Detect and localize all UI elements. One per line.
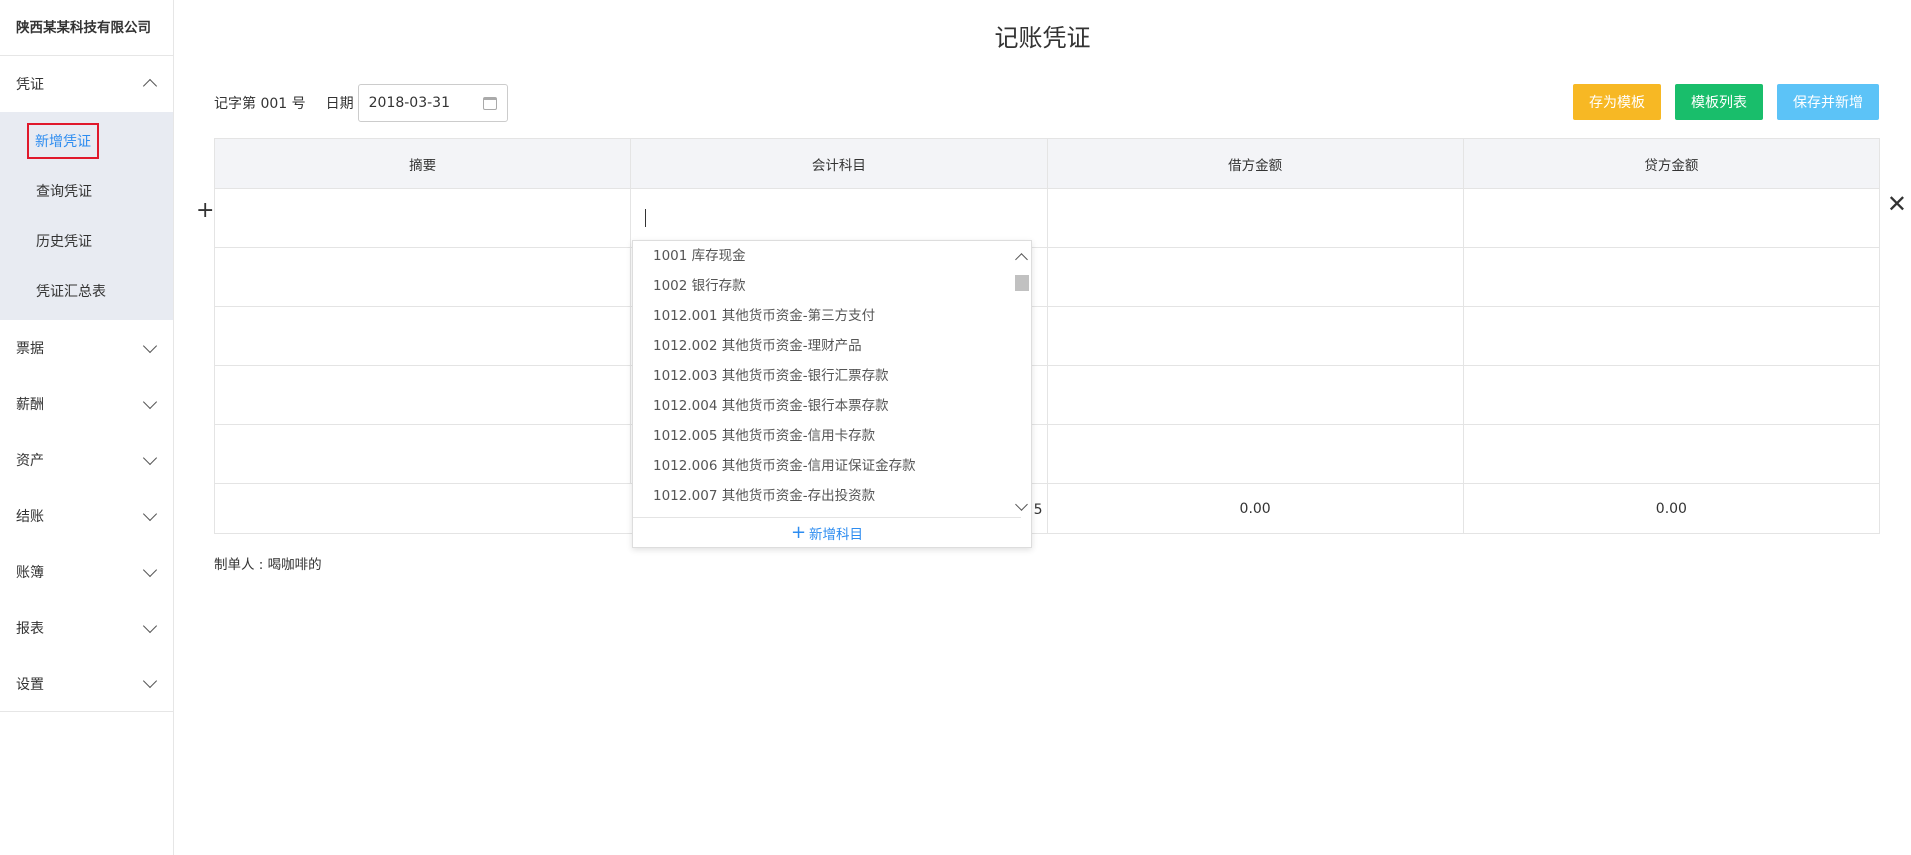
col-header-account: 会计科目: [630, 138, 1048, 189]
menu-voucher-label: 凭证: [16, 77, 44, 93]
voucher-table: 摘要 会计科目 借方金额 贷方金额 5 0.00 0.00: [213, 138, 1881, 534]
total-row: 总计: 5 0.00 0.00: [214, 483, 1881, 534]
debit-cell[interactable]: [1046, 188, 1464, 248]
voucher-number: 记字第 001 号: [214, 96, 306, 112]
menu-label: 报表: [16, 621, 44, 637]
credit-cell[interactable]: [1462, 188, 1881, 248]
chevron-down-icon: [142, 338, 158, 353]
add-row-icon[interactable]: +: [196, 200, 214, 222]
account-cell[interactable]: [630, 188, 1048, 248]
credit-total: 0.00: [1462, 483, 1881, 534]
summary-cell[interactable]: [213, 306, 632, 366]
date-picker[interactable]: 2018-03-31: [357, 84, 508, 122]
menu-bills[interactable]: 票据: [0, 320, 173, 376]
calendar-icon: [482, 96, 497, 110]
date-value: 2018-03-31: [368, 95, 450, 111]
col-header-credit: 贷方金额: [1462, 138, 1881, 189]
account-option[interactable]: 1012.006 其他货币资金-信用证保证金存款: [633, 451, 1021, 481]
account-option[interactable]: 1001 库存现金: [633, 241, 1021, 271]
chevron-up-icon: [142, 78, 158, 94]
chevron-down-icon: [142, 618, 158, 633]
main-content: 记账凭证 记字第 001 号 日期 2018-03-31 存为模板 模板列表 保…: [174, 0, 1911, 855]
table-header-row: 摘要 会计科目 借方金额 贷方金额: [213, 138, 1881, 189]
scroll-thumb[interactable]: [1015, 275, 1029, 291]
credit-cell[interactable]: [1462, 365, 1881, 425]
summary-cell[interactable]: [213, 188, 632, 248]
summary-cell[interactable]: [213, 365, 632, 425]
submenu-item-label: 查询凭证: [36, 184, 92, 200]
account-option[interactable]: 1012.004 其他货币资金-银行本票存款: [633, 391, 1021, 421]
table-row: [213, 365, 1881, 425]
chevron-down-icon: [142, 562, 158, 577]
menu-voucher[interactable]: 凭证: [0, 56, 173, 112]
voucher-maker: 制单人 : 喝咖啡的: [214, 557, 322, 573]
account-option[interactable]: 1012.001 其他货币资金-第三方支付: [633, 301, 1021, 331]
col-header-debit: 借方金额: [1046, 138, 1464, 189]
chevron-down-icon: [142, 394, 158, 409]
company-name: 陕西某某科技有限公司: [0, 0, 173, 56]
voucher-submenu: 新增凭证 查询凭证 历史凭证 凭证汇总表: [0, 112, 173, 320]
menu-ledger[interactable]: 账簿: [0, 544, 173, 600]
menu-closing[interactable]: 结账: [0, 488, 173, 544]
plus-icon: +: [790, 521, 807, 543]
page-title: 记账凭证: [994, 24, 1091, 52]
save-and-new-button[interactable]: 保存并新增: [1777, 84, 1879, 120]
account-option[interactable]: 1012.002 其他货币资金-理财产品: [633, 331, 1021, 361]
sidebar: 陕西某某科技有限公司 凭证 新增凭证 查询凭证 历史凭证 凭证汇总表 票据 薪酬…: [0, 0, 174, 855]
submenu-item-query-voucher[interactable]: 查询凭证: [0, 166, 173, 216]
debit-cell[interactable]: [1046, 306, 1464, 366]
menu-label: 账簿: [16, 565, 44, 581]
text-caret: [645, 209, 647, 227]
submenu-item-voucher-summary[interactable]: 凭证汇总表: [0, 266, 173, 316]
chevron-down-icon: [142, 506, 158, 521]
chevron-down-icon: [142, 673, 158, 689]
menu-label: 结账: [16, 509, 44, 525]
voucher-toolbar: 记字第 001 号 日期 2018-03-31: [214, 84, 508, 122]
dropdown-scrollbar[interactable]: [1013, 241, 1031, 519]
menu-label: 薪酬: [16, 397, 44, 413]
debit-cell[interactable]: [1046, 247, 1464, 307]
add-account-label: 新增科目: [809, 526, 864, 543]
account-options-list: 1001 库存现金 1002 银行存款 1012.001 其他货币资金-第三方支…: [633, 241, 1021, 517]
account-dropdown: 1001 库存现金 1002 银行存款 1012.001 其他货币资金-第三方支…: [632, 240, 1032, 548]
date-label: 日期: [325, 96, 354, 112]
summary-cell[interactable]: [213, 424, 632, 484]
account-option[interactable]: 1012.005 其他货币资金-信用卡存款: [633, 421, 1021, 451]
submenu-item-label: 凭证汇总表: [36, 284, 106, 300]
submenu-item-label: 新增凭证: [27, 123, 99, 159]
menu-label: 票据: [16, 341, 44, 357]
col-header-summary: 摘要: [213, 138, 632, 189]
table-row: [213, 247, 1881, 307]
summary-cell[interactable]: [213, 247, 632, 307]
menu-salary[interactable]: 薪酬: [0, 376, 173, 432]
debit-cell[interactable]: [1046, 365, 1464, 425]
scroll-down-icon[interactable]: [1015, 498, 1028, 511]
debit-cell[interactable]: [1046, 424, 1464, 484]
submenu-item-history-voucher[interactable]: 历史凭证: [0, 216, 173, 266]
menu-reports[interactable]: 报表: [0, 600, 173, 656]
account-option[interactable]: 1012.003 其他货币资金-银行汇票存款: [633, 361, 1021, 391]
menu-label: 设置: [16, 676, 44, 693]
chevron-down-icon: [142, 450, 158, 465]
menu-assets[interactable]: 资产: [0, 432, 173, 488]
add-account-button[interactable]: + 新增科目: [633, 517, 1021, 547]
account-option[interactable]: 1012.007 其他货币资金-存出投资款: [633, 481, 1021, 511]
table-row: [213, 306, 1881, 366]
menu-settings[interactable]: 设置: [0, 656, 173, 712]
submenu-item-add-voucher[interactable]: 新增凭证: [0, 116, 173, 166]
table-row: [213, 424, 1881, 484]
account-option[interactable]: 1002 银行存款: [633, 271, 1021, 301]
save-template-button[interactable]: 存为模板: [1573, 84, 1661, 120]
scroll-up-icon[interactable]: [1015, 253, 1028, 266]
credit-cell[interactable]: [1462, 247, 1881, 307]
action-buttons: 存为模板 模板列表 保存并新增: [1573, 84, 1879, 120]
close-icon[interactable]: ✕: [1887, 192, 1907, 216]
submenu-item-label: 历史凭证: [36, 234, 92, 250]
credit-cell[interactable]: [1462, 306, 1881, 366]
table-row: [213, 188, 1881, 248]
debit-total: 0.00: [1046, 483, 1464, 534]
template-list-button[interactable]: 模板列表: [1675, 84, 1763, 120]
menu-label: 资产: [16, 453, 44, 469]
credit-cell[interactable]: [1462, 424, 1881, 484]
